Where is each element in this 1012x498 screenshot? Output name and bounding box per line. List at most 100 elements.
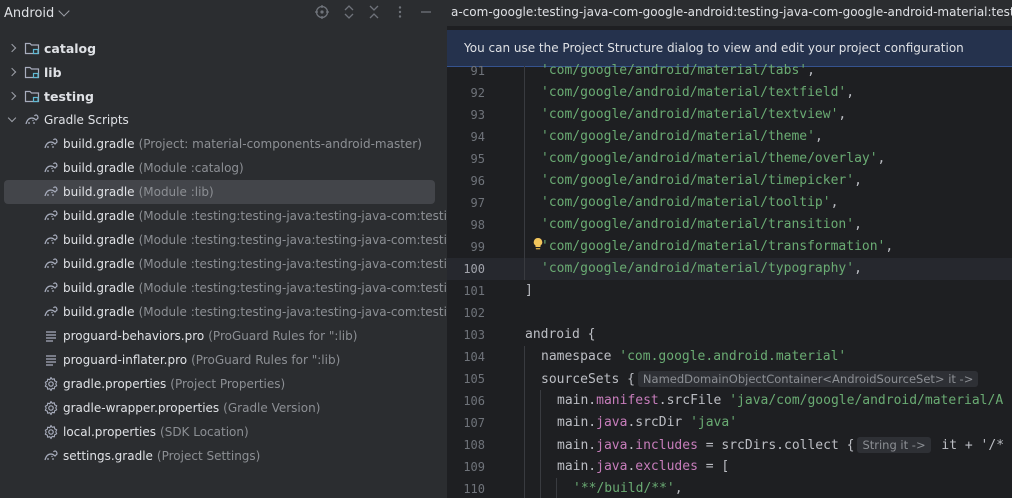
code-token: , [846, 85, 855, 100]
line-number: 99 [470, 240, 485, 254]
code-token: , [877, 151, 886, 166]
code-line[interactable]: 'com/google/android/material/textview', [447, 104, 1012, 126]
code-line[interactable]: android { [447, 324, 1012, 346]
code-line[interactable]: 'com/google/android/material/tooltip', [447, 192, 1012, 214]
tree-item-hint: (SDK Location) [160, 425, 249, 439]
code-line[interactable]: sourceSets {NamedDomainObjectContainer<A… [447, 368, 1012, 390]
code-line[interactable]: 'com/google/android/material/transition'… [447, 214, 1012, 236]
code-token: main. [557, 415, 597, 430]
tree-item-label: settings.gradle [63, 449, 153, 463]
code-line[interactable]: 'com/google/android/material/typography'… [447, 258, 1012, 280]
code-token: .srcFile [658, 393, 730, 408]
code-token: , [854, 217, 862, 232]
tree-item[interactable]: build.gradle (Module :testing:testing-jav… [4, 276, 447, 300]
code-token: , [807, 63, 815, 78]
tree-item[interactable]: local.properties (SDK Location) [4, 420, 435, 444]
tree-item[interactable]: proguard-inflater.pro (ProGuard Rules for… [4, 348, 435, 372]
tree-item-hint: (Project Settings) [156, 449, 261, 463]
chevron-down-icon [58, 5, 70, 17]
code-line[interactable]: ] [447, 280, 1012, 302]
code-token: 'com/google/android/material/textview' [541, 107, 839, 122]
tree-item[interactable]: testing [4, 84, 435, 108]
line-number: 102 [463, 306, 485, 320]
tree-item-label: gradle-wrapper.properties [63, 401, 220, 415]
code-area[interactable]: 'com/google/android/material/tabs','com/… [447, 63, 1012, 498]
tree-item-hint: (Gradle Version) [223, 401, 321, 415]
tree-item-label: proguard-behaviors.pro [63, 329, 205, 343]
project-view-selector[interactable]: Android [4, 3, 70, 23]
tree-item-label: build.gradle [63, 137, 135, 151]
tree-item-hint: (Module :testing:testing-java:testing-ja… [138, 233, 447, 247]
code-line[interactable]: main.java.srcDir 'java' [447, 412, 1012, 434]
code-line[interactable]: 'com/google/android/material/textfield', [447, 82, 1012, 104]
tree-item[interactable]: build.gradle (Project: material-component… [4, 132, 435, 156]
collapse-all-icon[interactable] [366, 4, 382, 20]
code-token: main. [557, 438, 597, 453]
module-folder-icon [24, 40, 40, 56]
code-line[interactable] [447, 302, 1012, 324]
tree-item[interactable]: gradle-wrapper.properties (Gradle Version… [4, 396, 435, 420]
line-number: 96 [470, 174, 485, 188]
tree-item[interactable]: Gradle Scripts [4, 108, 435, 132]
line-number: 93 [470, 108, 485, 122]
code-line[interactable]: main.manifest.srcFile 'java/com/google/a… [447, 390, 1012, 412]
type-hint-inlay[interactable]: NamedDomainObjectContainer<AndroidSource… [637, 371, 979, 387]
code-line[interactable]: namespace 'com.google.android.material' [447, 346, 1012, 368]
tree-item[interactable]: catalog [4, 36, 435, 60]
gradle-icon [43, 136, 59, 152]
indent-guide [556, 478, 557, 498]
code-token: 'com.google.android.material' [619, 349, 847, 364]
notice-text: You can use the Project Structure dialog… [464, 41, 964, 55]
expand-collapse-icon[interactable] [341, 4, 357, 20]
code-token: java [596, 459, 628, 474]
chevron-right-icon[interactable] [6, 84, 18, 108]
type-hint-inlay[interactable]: String it -> [857, 437, 931, 453]
tree-item[interactable]: build.gradle (Module :testing:testing-jav… [4, 228, 447, 252]
chevron-right-icon[interactable] [6, 36, 18, 60]
hide-icon[interactable] [418, 4, 434, 20]
chevron-right-icon[interactable] [6, 60, 18, 84]
code-token: 'java/com/google/android/material/A [729, 393, 1004, 408]
code-token: main. [557, 459, 597, 474]
code-line[interactable]: 'com/google/android/material/theme/overl… [447, 148, 1012, 170]
line-number: 108 [463, 438, 485, 452]
indent-guide [524, 346, 525, 498]
code-line[interactable]: main.java.excludes = [ [447, 456, 1012, 478]
tree-item-label: build.gradle [63, 257, 135, 271]
tree-item[interactable]: build.gradle (Module :testing:testing-jav… [4, 204, 447, 228]
chevron-down-icon[interactable] [6, 108, 18, 132]
tree-item[interactable]: gradle.properties (Project Properties) [4, 372, 435, 396]
line-number: 109 [463, 460, 485, 474]
code-token: 'com/google/android/material/theme/overl… [541, 151, 878, 166]
line-number: 100 [463, 262, 485, 276]
tree-item[interactable]: settings.gradle (Project Settings) [4, 444, 435, 468]
tree-item[interactable]: build.gradle (Module :testing:testing-jav… [4, 252, 447, 276]
code-line[interactable]: '**/build/**', [447, 478, 1012, 498]
tree-item-hint: (Module :catalog) [138, 161, 244, 175]
code-token: 'com/google/android/material/tooltip' [541, 195, 831, 210]
tree-item[interactable]: proguard-behaviors.pro (ProGuard Rules fo… [4, 324, 435, 348]
editor-tab-strip: a-com-google:testing-java-com-google-and… [447, 0, 1012, 27]
editor-tab-title[interactable]: a-com-google:testing-java-com-google-and… [451, 5, 1012, 19]
code-line[interactable]: 'com/google/android/material/timepicker'… [447, 170, 1012, 192]
code-line-text: android { [525, 327, 595, 342]
code-token: , [854, 173, 862, 188]
code-token: 'com/google/android/material/transformat… [541, 239, 886, 254]
gradle-icon [43, 256, 59, 272]
tree-item-hint: (Module :lib) [138, 185, 214, 199]
code-token: 'com/google/android/material/theme' [541, 129, 815, 144]
code-token: , [885, 239, 894, 254]
tree-item[interactable]: build.gradle (Module :testing:testing-jav… [4, 300, 447, 324]
tree-item[interactable]: lib [4, 60, 435, 84]
line-number: 91 [470, 64, 485, 78]
code-line[interactable]: 'com/google/android/material/tabs', [447, 60, 1012, 82]
lightbulb-icon[interactable] [532, 236, 544, 250]
line-number: 97 [470, 196, 485, 210]
tree-item[interactable]: build.gradle (Module :lib) [4, 180, 435, 204]
code-token: 'com/google/android/material/textfield' [541, 85, 847, 100]
tree-item[interactable]: build.gradle (Module :catalog) [4, 156, 435, 180]
target-icon[interactable] [314, 4, 330, 20]
code-line[interactable]: 'com/google/android/material/theme', [447, 126, 1012, 148]
code-line[interactable]: main.java.includes = srcDirs.collect {St… [447, 434, 1012, 456]
more-icon[interactable] [392, 4, 408, 20]
